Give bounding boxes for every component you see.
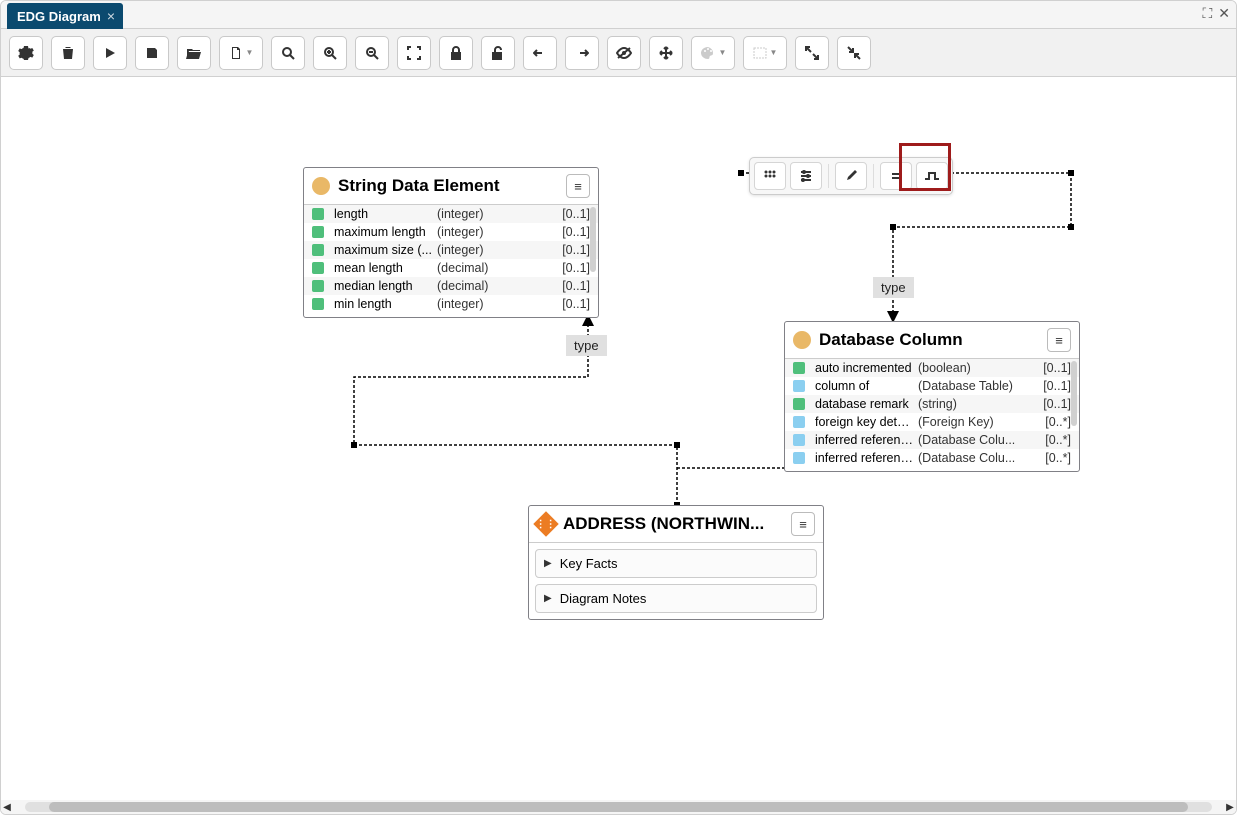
property-row[interactable]: min length(integer)[0..1] <box>304 295 598 313</box>
zoom-in-button[interactable] <box>313 36 347 70</box>
datatype-property-icon <box>312 226 324 238</box>
titlebar: EDG Diagram × ⛶ ✕ <box>1 1 1236 29</box>
property-row[interactable]: mean length(decimal)[0..1] <box>304 259 598 277</box>
fit-button[interactable] <box>397 36 431 70</box>
move-button[interactable] <box>649 36 683 70</box>
main-toolbar: ▼ ▼ ▼ <box>1 29 1236 77</box>
entity-rows: length(integer)[0..1] maximum length(int… <box>304 205 598 317</box>
object-property-icon <box>793 452 805 464</box>
datatype-property-icon <box>312 298 324 310</box>
property-row[interactable]: length(integer)[0..1] <box>304 205 598 223</box>
close-icon[interactable]: × <box>107 8 115 24</box>
maximize-icon[interactable]: ⛶ <box>1202 5 1212 22</box>
grid-button[interactable] <box>754 162 786 190</box>
expand-button[interactable] <box>795 36 829 70</box>
hide-button[interactable] <box>607 36 641 70</box>
entity-header: Database Column ≡ <box>785 322 1079 359</box>
zoom-out-button[interactable] <box>355 36 389 70</box>
chevron-right-icon: ▶ <box>544 593 552 604</box>
scroll-left-icon[interactable]: ◀ <box>1 802 13 813</box>
save-button[interactable] <box>135 36 169 70</box>
property-row[interactable]: foreign key details(Foreign Key)[0..*] <box>785 413 1079 431</box>
instance-icon: ⋮⋮ <box>533 511 558 536</box>
export-button[interactable]: ▼ <box>219 36 263 70</box>
datatype-property-icon <box>312 208 324 220</box>
section-key-facts[interactable]: ▶Key Facts <box>535 549 817 578</box>
undo-button[interactable] <box>523 36 557 70</box>
property-row[interactable]: column of(Database Table)[0..1] <box>785 377 1079 395</box>
delete-button[interactable] <box>51 36 85 70</box>
entity-sections: ▶Key Facts ▶Diagram Notes <box>529 549 823 613</box>
property-row[interactable]: inferred referenc...(Database Colu...[0.… <box>785 449 1079 467</box>
settings-button[interactable] <box>9 36 43 70</box>
edge-label-type-left[interactable]: type <box>566 335 607 356</box>
rows-scrollbar[interactable] <box>590 207 596 272</box>
datatype-property-icon <box>793 398 805 410</box>
entity-header: String Data Element ≡ <box>304 168 598 205</box>
entity-rows: auto incremented(boolean)[0..1] column o… <box>785 359 1079 471</box>
entity-menu-button[interactable]: ≡ <box>566 174 590 198</box>
canvas-viewport[interactable]: type type String Data Element ≡ length(i… <box>1 77 1236 814</box>
entity-title: Database Column <box>819 330 963 350</box>
frame-button[interactable]: ▼ <box>743 36 787 70</box>
datatype-property-icon <box>312 244 324 256</box>
open-button[interactable] <box>177 36 211 70</box>
tab-edg-diagram[interactable]: EDG Diagram × <box>7 3 123 29</box>
compress-button[interactable] <box>837 36 871 70</box>
brush-button[interactable] <box>835 162 867 190</box>
zoom-reset-button[interactable] <box>271 36 305 70</box>
unlock-button[interactable] <box>481 36 515 70</box>
property-row[interactable]: auto incremented(boolean)[0..1] <box>785 359 1079 377</box>
window-close-icon[interactable]: ✕ <box>1218 5 1230 22</box>
entity-database-column[interactable]: Database Column ≡ auto incremented(boole… <box>784 321 1080 472</box>
datatype-property-icon <box>312 280 324 292</box>
datatype-property-icon <box>793 362 805 374</box>
entity-header: ⋮⋮ ADDRESS (NORTHWIN... ≡ <box>529 506 823 543</box>
datatype-property-icon <box>312 262 324 274</box>
entity-title: ADDRESS (NORTHWIN... <box>563 514 764 534</box>
scroll-thumb[interactable] <box>49 802 1189 812</box>
run-button[interactable] <box>93 36 127 70</box>
diagram-window: EDG Diagram × ⛶ ✕ ▼ ▼ ▼ <box>0 0 1237 815</box>
highlight-annotation <box>899 143 951 191</box>
object-property-icon <box>793 380 805 392</box>
entity-address[interactable]: ⋮⋮ ADDRESS (NORTHWIN... ≡ ▶Key Facts ▶Di… <box>528 505 824 620</box>
property-row[interactable]: maximum length(integer)[0..1] <box>304 223 598 241</box>
section-diagram-notes[interactable]: ▶Diagram Notes <box>535 584 817 613</box>
entity-title: String Data Element <box>338 176 500 196</box>
edge-label-type-right[interactable]: type <box>873 277 914 298</box>
object-property-icon <box>793 434 805 446</box>
property-row[interactable]: maximum size (...(integer)[0..1] <box>304 241 598 259</box>
object-property-icon <box>793 416 805 428</box>
entity-string-data-element[interactable]: String Data Element ≡ length(integer)[0.… <box>303 167 599 318</box>
property-row[interactable]: inferred referenc...(Database Colu...[0.… <box>785 431 1079 449</box>
chevron-right-icon: ▶ <box>544 558 552 569</box>
rows-scrollbar[interactable] <box>1071 361 1077 426</box>
tab-title: EDG Diagram <box>17 9 101 24</box>
redo-button[interactable] <box>565 36 599 70</box>
class-icon <box>312 177 330 195</box>
palette-button[interactable]: ▼ <box>691 36 735 70</box>
class-icon <box>793 331 811 349</box>
lock-button[interactable] <box>439 36 473 70</box>
sliders-button[interactable] <box>790 162 822 190</box>
property-row[interactable]: median length(decimal)[0..1] <box>304 277 598 295</box>
entity-menu-button[interactable]: ≡ <box>1047 328 1071 352</box>
horizontal-scrollbar[interactable]: ◀ ▶ <box>1 800 1236 814</box>
entity-menu-button[interactable]: ≡ <box>791 512 815 536</box>
property-row[interactable]: database remark(string)[0..1] <box>785 395 1079 413</box>
scroll-right-icon[interactable]: ▶ <box>1224 802 1236 813</box>
